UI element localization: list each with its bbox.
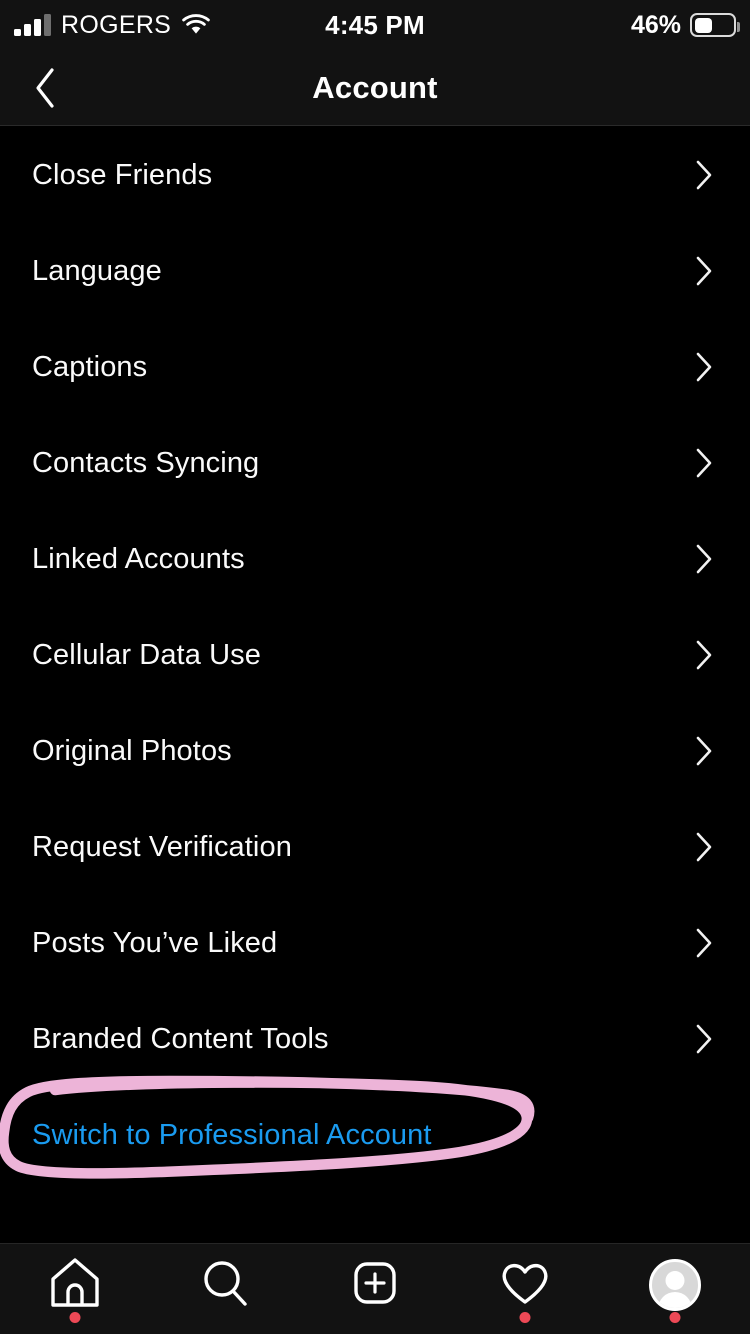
chevron-right-icon [694,351,714,383]
settings-row-label: Branded Content Tools [32,1022,329,1055]
settings-row-label: Posts You’ve Liked [32,926,278,959]
instagram-account-settings-screen: ROGERS 4:45 PM 46% Account Close Friends… [0,0,750,1334]
settings-row-contacts-syncing[interactable]: Contacts Syncing [0,415,750,511]
settings-list: Close Friends Language Captions Contacts… [0,127,750,1183]
avatar-body [658,1292,692,1308]
battery-icon [690,13,740,37]
chevron-right-icon [694,159,714,191]
chevron-right-icon [694,927,714,959]
settings-row-label: Original Photos [32,734,232,767]
settings-row-label: Close Friends [32,158,213,191]
chevron-right-icon [694,447,714,479]
settings-row-original-photos[interactable]: Original Photos [0,703,750,799]
bottom-tab-bar [0,1243,750,1334]
settings-row-label: Language [32,254,162,287]
settings-row-posts-youve-liked[interactable]: Posts You’ve Liked [0,895,750,991]
avatar-head [665,1271,685,1290]
chevron-right-icon [694,1023,714,1055]
battery-tip [737,22,740,32]
home-notification-badge [69,1311,81,1323]
status-bar: ROGERS 4:45 PM 46% [0,0,750,50]
tab-home[interactable] [0,1244,150,1334]
profile-notification-badge [669,1311,681,1323]
settings-row-request-verification[interactable]: Request Verification [0,799,750,895]
settings-row-branded-content-tools[interactable]: Branded Content Tools [0,991,750,1087]
settings-row-label: Request Verification [32,830,292,863]
settings-row-language[interactable]: Language [0,223,750,319]
battery-percent-label: 46% [630,10,681,39]
activity-notification-badge [519,1311,531,1323]
battery-fill [694,17,712,33]
tab-new-post[interactable] [300,1244,450,1334]
nav-header: Account [0,50,750,126]
settings-row-label: Contacts Syncing [32,446,260,479]
settings-row-label: Captions [32,350,148,383]
tab-search[interactable] [150,1244,300,1334]
chevron-right-icon [694,831,714,863]
settings-row-captions[interactable]: Captions [0,319,750,415]
chevron-right-icon [694,639,714,671]
switch-to-professional-account-link[interactable]: Switch to Professional Account [0,1087,750,1183]
settings-row-close-friends[interactable]: Close Friends [0,127,750,223]
settings-row-linked-accounts[interactable]: Linked Accounts [0,511,750,607]
chevron-right-icon [694,543,714,575]
avatar [649,1259,701,1311]
page-title: Account [312,69,438,105]
chevron-right-icon [694,255,714,287]
settings-row-cellular-data-use[interactable]: Cellular Data Use [0,607,750,703]
chevron-right-icon [694,735,714,767]
activity-heart-icon [497,1255,553,1316]
settings-row-label: Cellular Data Use [32,638,261,671]
tab-profile[interactable] [600,1244,750,1334]
search-icon [197,1255,253,1316]
settings-row-label: Linked Accounts [32,542,245,575]
home-icon [47,1255,103,1316]
tab-activity[interactable] [450,1244,600,1334]
status-bar-right: 46% [630,0,740,50]
add-post-icon [347,1255,403,1316]
switch-to-professional-account-label: Switch to Professional Account [32,1118,432,1151]
